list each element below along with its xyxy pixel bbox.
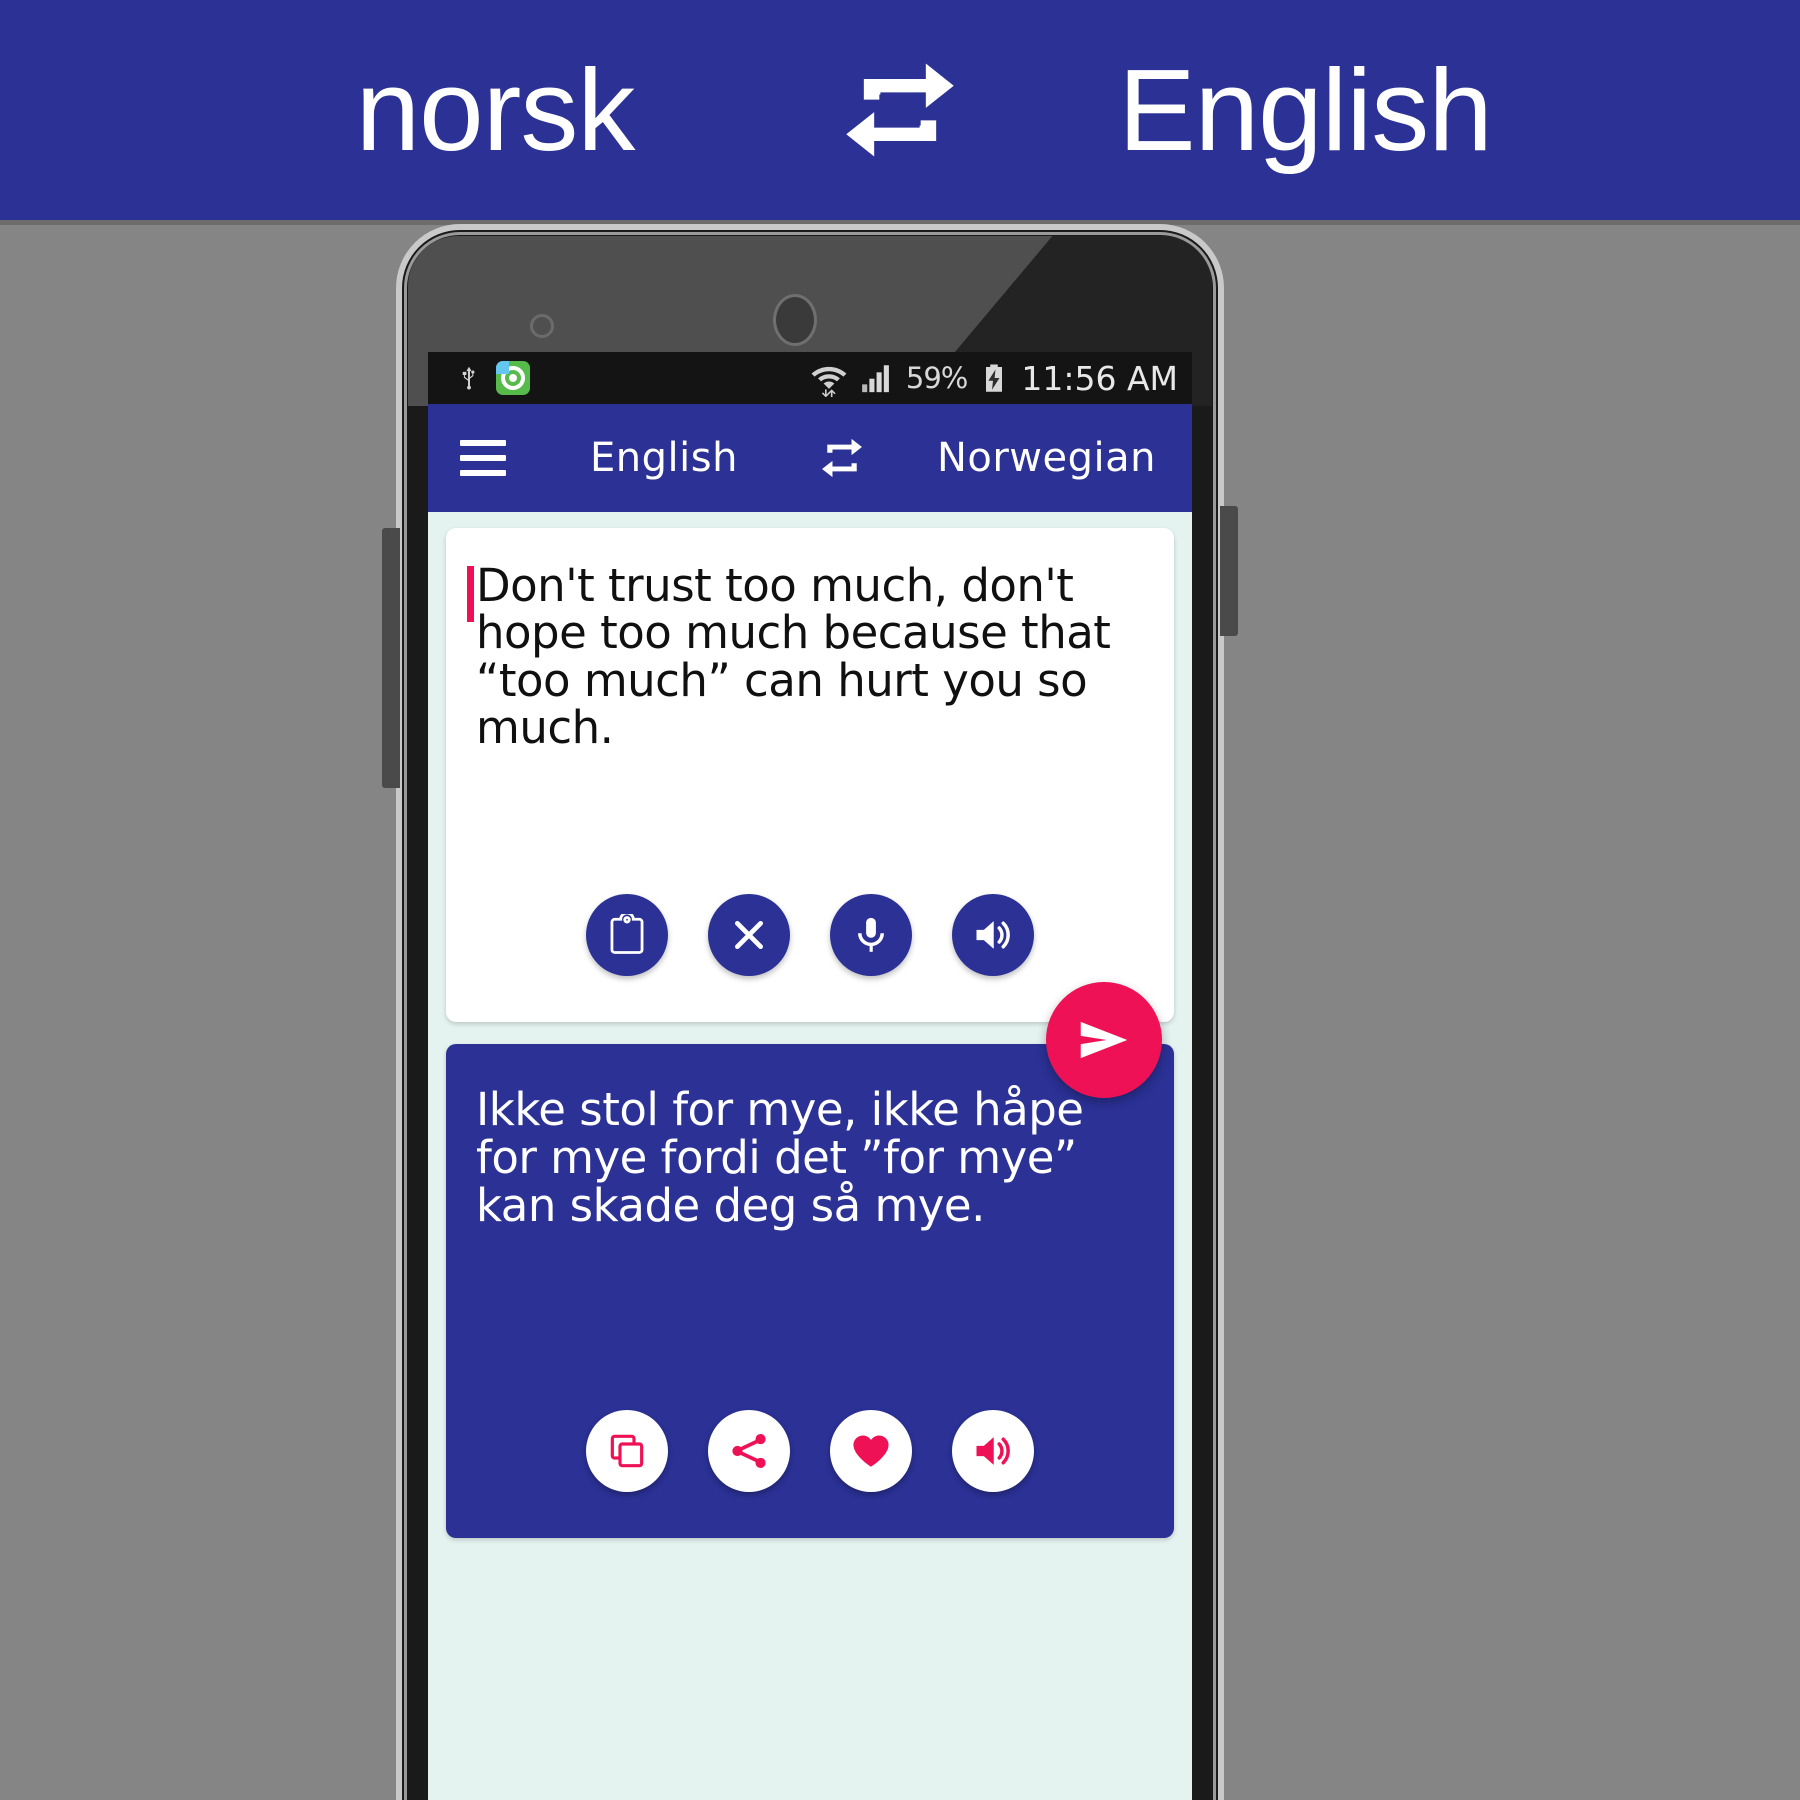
translator-body: Don't trust too much, don't hope too muc… — [428, 512, 1192, 1800]
promo-source-language: norsk — [355, 45, 636, 175]
result-actions-row — [446, 1410, 1174, 1492]
source-text-field[interactable]: Don't trust too much, don't hope too muc… — [467, 559, 1144, 754]
status-bar-left-icons — [456, 359, 530, 397]
wifi-icon — [810, 359, 848, 397]
speak-result-button[interactable] — [952, 1410, 1034, 1492]
swap-languages-icon[interactable] — [815, 431, 869, 485]
translated-text-value: Ikke stol for mye, ikke håpe for mye for… — [476, 1083, 1084, 1233]
text-cursor — [467, 566, 474, 622]
swap-horizontal-icon — [835, 45, 965, 175]
phone-screen: 59% 11:56 AM English Norwegian Don't tru… — [428, 352, 1192, 1800]
paste-button[interactable] — [586, 894, 668, 976]
translate-send-button[interactable] — [1046, 982, 1162, 1098]
power-button[interactable] — [1220, 506, 1238, 636]
source-actions-row — [446, 894, 1174, 976]
proximity-sensor-icon — [530, 314, 554, 338]
front-camera-icon — [773, 294, 817, 346]
battery-charging-icon — [979, 359, 1009, 397]
app-notification-icon — [496, 361, 530, 395]
screenshot-stage: norsk English 59% 11:56 AM English Norwe… — [0, 0, 1800, 1800]
signal-icon — [860, 361, 894, 395]
status-bar-clock: 11:56 AM — [1021, 358, 1178, 398]
promo-target-language: English — [1118, 45, 1492, 175]
clear-button[interactable] — [708, 894, 790, 976]
favorite-button[interactable] — [830, 1410, 912, 1492]
usb-icon — [456, 359, 482, 397]
copy-button[interactable] — [586, 1410, 668, 1492]
source-language-selector[interactable]: English — [590, 435, 738, 481]
app-toolbar: English Norwegian — [428, 404, 1192, 512]
status-bar-right-icons: 59% 11:56 AM — [810, 359, 1178, 398]
share-button[interactable] — [708, 1410, 790, 1492]
volume-rocker-button[interactable] — [382, 528, 400, 788]
battery-percent-label: 59% — [905, 361, 968, 395]
voice-input-button[interactable] — [830, 894, 912, 976]
speak-source-button[interactable] — [952, 894, 1034, 976]
promo-banner: norsk English — [0, 0, 1800, 220]
android-status-bar: 59% 11:56 AM — [428, 352, 1192, 404]
source-text-value: Don't trust too much, don't hope too muc… — [476, 559, 1111, 754]
source-text-card: Don't trust too much, don't hope too muc… — [446, 528, 1174, 1022]
phone-mockup: 59% 11:56 AM English Norwegian Don't tru… — [382, 224, 1238, 1800]
hamburger-menu-icon[interactable] — [460, 440, 506, 476]
translated-text-card: Ikke stol for mye, ikke håpe for mye for… — [446, 1044, 1174, 1538]
target-language-selector[interactable]: Norwegian — [937, 435, 1156, 481]
